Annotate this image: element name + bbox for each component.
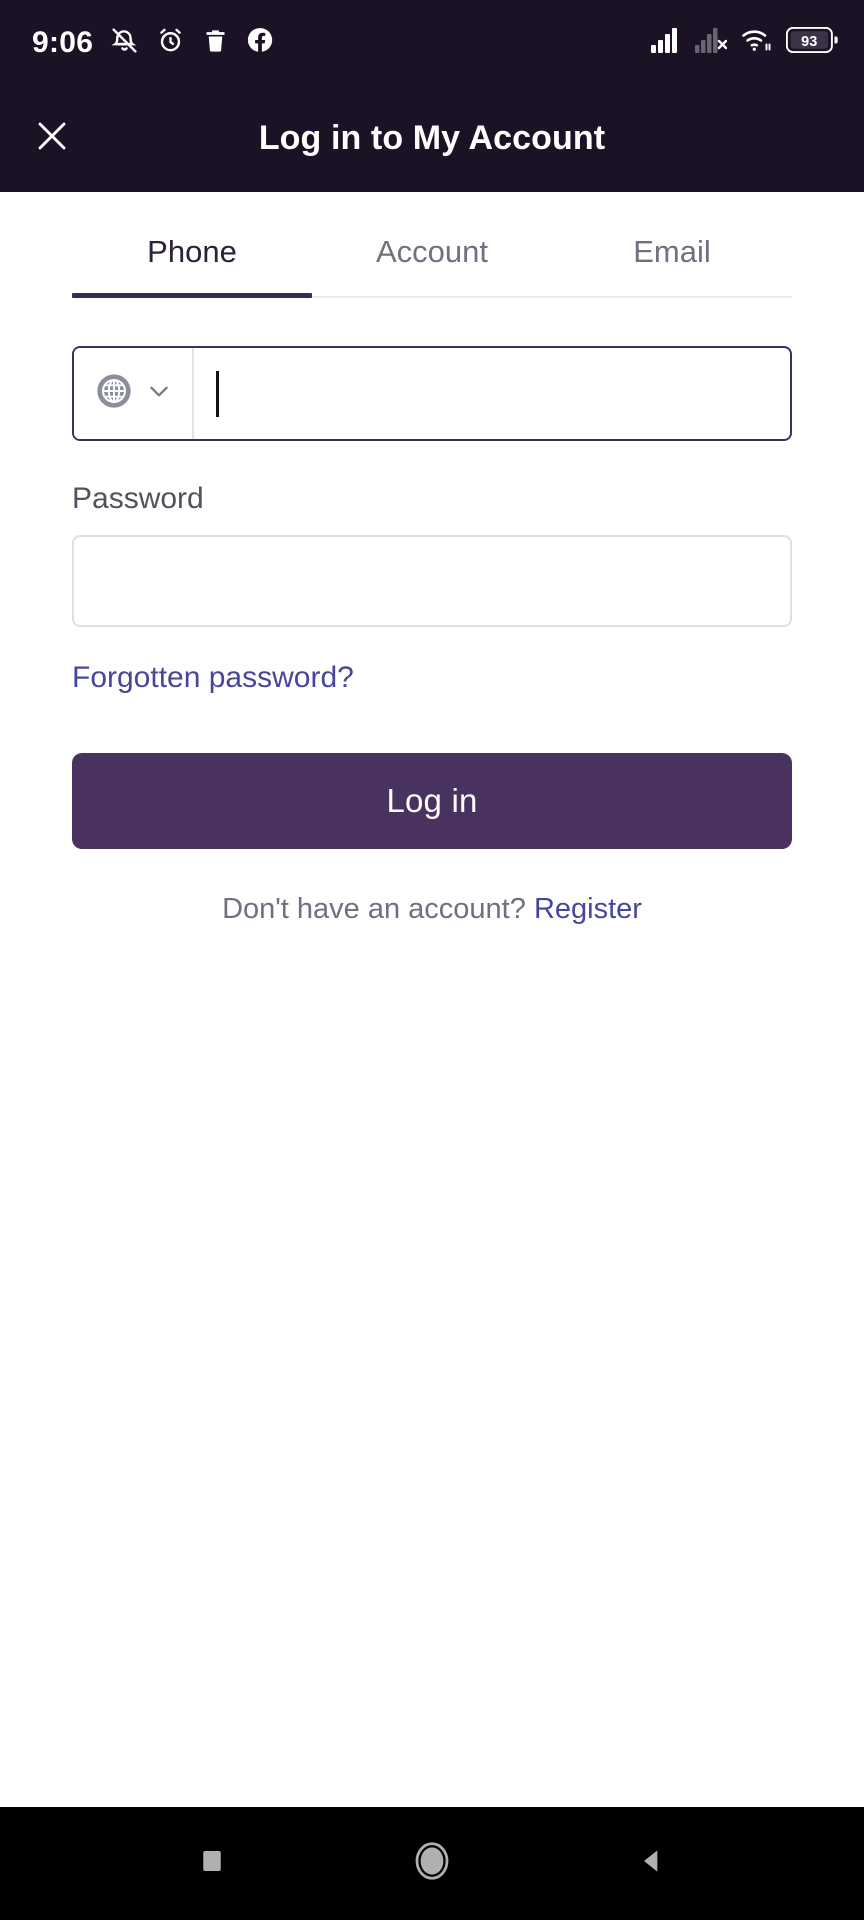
phone-number-field <box>72 346 792 441</box>
android-navigation-bar <box>0 1807 864 1920</box>
login-method-tabs: Phone Account Email <box>72 206 792 298</box>
phone-input-wrapper[interactable] <box>194 348 790 439</box>
back-button[interactable] <box>617 1829 687 1899</box>
battery-level-text: 93 <box>801 34 817 50</box>
wifi-icon <box>741 27 772 58</box>
status-time: 9:06 <box>32 25 94 59</box>
tab-phone[interactable]: Phone <box>72 206 312 298</box>
recents-square-icon <box>197 1846 227 1881</box>
login-form-container: Phone Account Email Password Forgotten p… <box>0 192 864 1807</box>
page-title: Log in to My Account <box>258 119 606 157</box>
password-label: Password <box>72 482 204 515</box>
globe-icon <box>94 371 134 416</box>
signal-sim2-no-service-icon <box>695 27 728 58</box>
chevron-down-icon <box>146 378 172 409</box>
home-circle-icon <box>410 1839 454 1888</box>
status-bar: 9:06 93 <box>0 0 864 85</box>
trash-icon <box>202 27 229 59</box>
register-link[interactable]: Register <box>534 893 642 925</box>
login-button[interactable]: Log in <box>72 753 792 849</box>
tab-account[interactable]: Account <box>312 206 552 296</box>
status-bar-left: 9:06 <box>32 26 274 60</box>
back-triangle-icon <box>636 1845 668 1882</box>
alarm-icon <box>156 26 185 60</box>
register-prompt-text: Don't have an account? <box>222 893 534 925</box>
signal-sim1-icon <box>651 27 681 58</box>
notifications-off-icon <box>110 26 139 60</box>
status-bar-right: 93 <box>651 26 838 58</box>
home-button[interactable] <box>397 1829 467 1899</box>
facebook-icon <box>246 26 274 59</box>
password-input[interactable] <box>96 564 768 598</box>
country-code-selector[interactable] <box>74 348 194 439</box>
register-prompt-row: Don't have an account? Register <box>72 893 792 926</box>
text-caret <box>216 370 219 417</box>
forgotten-password-link[interactable]: Forgotten password? <box>72 661 354 695</box>
close-button[interactable] <box>24 111 80 167</box>
phone-screen: 9:06 93 Log in to My Account Phone Accou… <box>0 0 864 1920</box>
recents-button[interactable] <box>177 1829 247 1899</box>
password-field[interactable] <box>72 535 792 627</box>
close-icon <box>34 118 70 159</box>
tab-email[interactable]: Email <box>552 206 792 296</box>
app-bar: Log in to My Account <box>0 85 864 192</box>
battery-icon: 93 <box>785 26 838 58</box>
